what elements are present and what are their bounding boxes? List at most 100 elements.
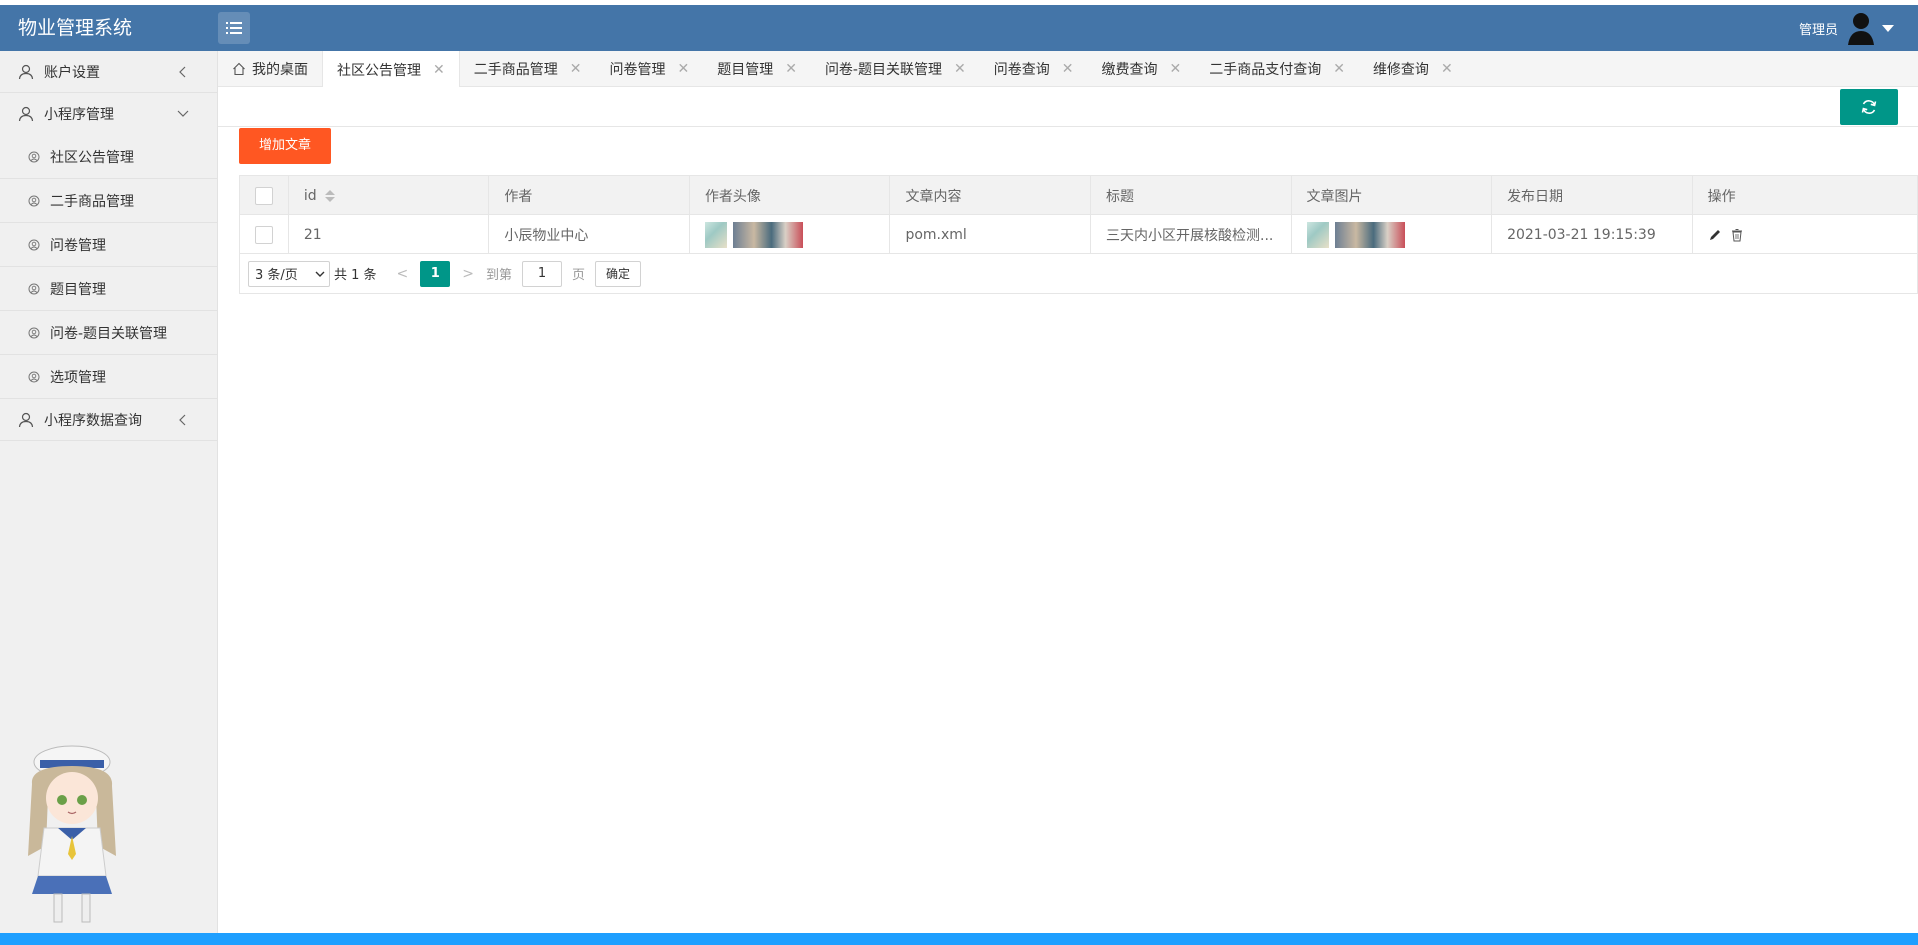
user-circle-icon bbox=[28, 239, 40, 250]
column-header-content: 文章内容 bbox=[890, 176, 1091, 215]
sidebar: 账户设置 小程序管理 社区公告管理 二手商品管理 问卷管理 题目管理 问卷-题目… bbox=[0, 51, 218, 933]
tab-announcements[interactable]: 社区公告管理 ✕ bbox=[322, 51, 460, 88]
tab-label: 问卷查询 bbox=[993, 62, 1050, 78]
table-header-row: id 作者 作者头像 文章内容 标题 文章图片 发布日期 操作 bbox=[240, 176, 1917, 215]
tab-secondhand[interactable]: 二手商品管理 ✕ bbox=[460, 51, 596, 87]
user-icon bbox=[18, 412, 34, 427]
select-all-checkbox[interactable] bbox=[254, 186, 273, 205]
cell-avatar bbox=[690, 215, 891, 254]
sidebar-item-label: 题目管理 bbox=[50, 281, 106, 298]
prev-page-icon[interactable]: < bbox=[397, 266, 409, 282]
column-header-author: 作者 bbox=[489, 176, 690, 215]
row-checkbox[interactable] bbox=[254, 225, 273, 244]
next-page-icon[interactable]: > bbox=[462, 266, 474, 282]
articles-table: id 作者 作者头像 文章内容 标题 文章图片 发布日期 操作 21 小辰物业中… bbox=[239, 175, 1918, 294]
user-menu[interactable]: 管理员 bbox=[1799, 5, 1894, 51]
sidebar-item-label: 选项管理 bbox=[50, 369, 106, 386]
page-size-select[interactable]: 3 条/页 bbox=[248, 260, 330, 287]
user-circle-icon bbox=[28, 283, 40, 294]
total-count: 共 1 条 bbox=[334, 268, 377, 283]
column-header-date: 发布日期 bbox=[1492, 176, 1693, 215]
sidebar-group-data-query[interactable]: 小程序数据查询 bbox=[0, 399, 217, 441]
user-circle-icon bbox=[28, 371, 40, 382]
page-number-current[interactable]: 1 bbox=[420, 260, 451, 287]
sidebar-group-label: 小程序管理 bbox=[44, 107, 114, 123]
column-header-label: id bbox=[303, 187, 317, 204]
tab-label: 我的桌面 bbox=[252, 62, 308, 78]
row-select-cell bbox=[240, 215, 289, 254]
refresh-button[interactable] bbox=[1840, 89, 1898, 125]
tab-label: 二手商品支付查询 bbox=[1209, 62, 1322, 78]
page-suffix: 页 bbox=[572, 268, 586, 283]
toolbar bbox=[218, 87, 1918, 127]
column-header-label: 文章图片 bbox=[1306, 188, 1363, 205]
cell-actions bbox=[1693, 215, 1917, 254]
footer-bar bbox=[0, 933, 1918, 945]
edit-icon[interactable] bbox=[1708, 228, 1722, 242]
goto-confirm-button[interactable]: 确定 bbox=[595, 260, 642, 287]
column-header-label: 发布日期 bbox=[1507, 188, 1564, 205]
author-avatar-image[interactable] bbox=[704, 221, 803, 248]
close-icon[interactable]: ✕ bbox=[785, 61, 797, 77]
column-header-label: 标题 bbox=[1106, 188, 1134, 205]
tab-label: 缴费查询 bbox=[1101, 62, 1158, 78]
close-icon[interactable]: ✕ bbox=[677, 61, 689, 77]
tab-secondhand-payment-query[interactable]: 二手商品支付查询 ✕ bbox=[1195, 51, 1359, 87]
goto-page-input[interactable]: 1 bbox=[522, 260, 563, 287]
tab-label: 问卷管理 bbox=[609, 62, 666, 78]
add-article-button[interactable]: 增加文章 bbox=[239, 128, 331, 164]
close-icon[interactable]: ✕ bbox=[433, 62, 445, 78]
cell-title-text: 三天内小区开展核酸检测... bbox=[1106, 227, 1274, 244]
close-icon[interactable]: ✕ bbox=[1062, 61, 1074, 77]
tab-questions[interactable]: 题目管理 ✕ bbox=[703, 51, 811, 87]
chevron-left-icon bbox=[179, 66, 186, 78]
column-header-actions: 操作 bbox=[1693, 176, 1917, 215]
tab-questionnaire-query[interactable]: 问卷查询 ✕ bbox=[980, 51, 1088, 87]
top-header: 物业管理系统 管理员 bbox=[0, 5, 1918, 51]
column-header-avatar: 作者头像 bbox=[690, 176, 891, 215]
sidebar-item-questionnaire[interactable]: 问卷管理 bbox=[0, 223, 217, 267]
sidebar-item-questions[interactable]: 题目管理 bbox=[0, 267, 217, 311]
column-header-label: 文章内容 bbox=[905, 188, 962, 205]
close-icon[interactable]: ✕ bbox=[1333, 61, 1345, 77]
tab-bar: 我的桌面 社区公告管理 ✕ 二手商品管理 ✕ 问卷管理 ✕ 题目管理 ✕ 问卷-… bbox=[218, 51, 1918, 88]
article-image[interactable] bbox=[1306, 221, 1405, 248]
close-icon[interactable]: ✕ bbox=[570, 61, 582, 77]
app-title: 物业管理系统 bbox=[18, 17, 133, 39]
tab-questionnaire-questions[interactable]: 问卷-题目关联管理 ✕ bbox=[811, 51, 980, 87]
user-circle-icon bbox=[28, 151, 40, 162]
sidebar-item-questionnaire-questions[interactable]: 问卷-题目关联管理 bbox=[0, 311, 217, 355]
chevron-left-icon bbox=[179, 414, 186, 426]
chevron-down-icon bbox=[315, 271, 325, 277]
tab-label: 二手商品管理 bbox=[473, 62, 558, 78]
tab-label: 维修查询 bbox=[1372, 62, 1429, 78]
tab-desktop[interactable]: 我的桌面 bbox=[218, 51, 322, 87]
column-header-image: 文章图片 bbox=[1292, 176, 1493, 215]
sidebar-group-miniprogram[interactable]: 小程序管理 bbox=[0, 93, 217, 135]
sidebar-group-account[interactable]: 账户设置 bbox=[0, 51, 217, 93]
user-name: 管理员 bbox=[1798, 22, 1838, 38]
pagination: 3 条/页 共 1 条 < 1 > 到第 1 页 确定 bbox=[240, 254, 1917, 293]
tab-payment-query[interactable]: 缴费查询 ✕ bbox=[1087, 51, 1195, 87]
cell-id: 21 bbox=[289, 215, 490, 254]
sidebar-item-announcements[interactable]: 社区公告管理 bbox=[0, 135, 217, 179]
sort-icon[interactable] bbox=[324, 189, 335, 202]
column-header-id[interactable]: id bbox=[289, 176, 490, 215]
tab-repair-query[interactable]: 维修查询 ✕ bbox=[1359, 51, 1467, 87]
close-icon[interactable]: ✕ bbox=[1441, 61, 1453, 77]
tab-questionnaire[interactable]: 问卷管理 ✕ bbox=[595, 51, 703, 87]
sidebar-group-label: 账户设置 bbox=[44, 64, 100, 81]
sidebar-item-label: 社区公告管理 bbox=[50, 149, 134, 166]
delete-icon[interactable] bbox=[1730, 228, 1744, 242]
close-icon[interactable]: ✕ bbox=[954, 61, 966, 77]
select-all-cell bbox=[240, 176, 289, 215]
close-icon[interactable]: ✕ bbox=[1169, 61, 1181, 77]
sidebar-item-label: 问卷-题目关联管理 bbox=[50, 325, 168, 342]
cell-date: 2021-03-21 19:15:39 bbox=[1492, 215, 1693, 254]
user-icon bbox=[18, 64, 34, 79]
sidebar-item-secondhand[interactable]: 二手商品管理 bbox=[0, 179, 217, 223]
menu-toggle-button[interactable] bbox=[218, 12, 250, 44]
column-header-label: 作者 bbox=[504, 188, 533, 205]
cell-content: pom.xml bbox=[890, 215, 1091, 254]
sidebar-item-options[interactable]: 选项管理 bbox=[0, 355, 217, 399]
